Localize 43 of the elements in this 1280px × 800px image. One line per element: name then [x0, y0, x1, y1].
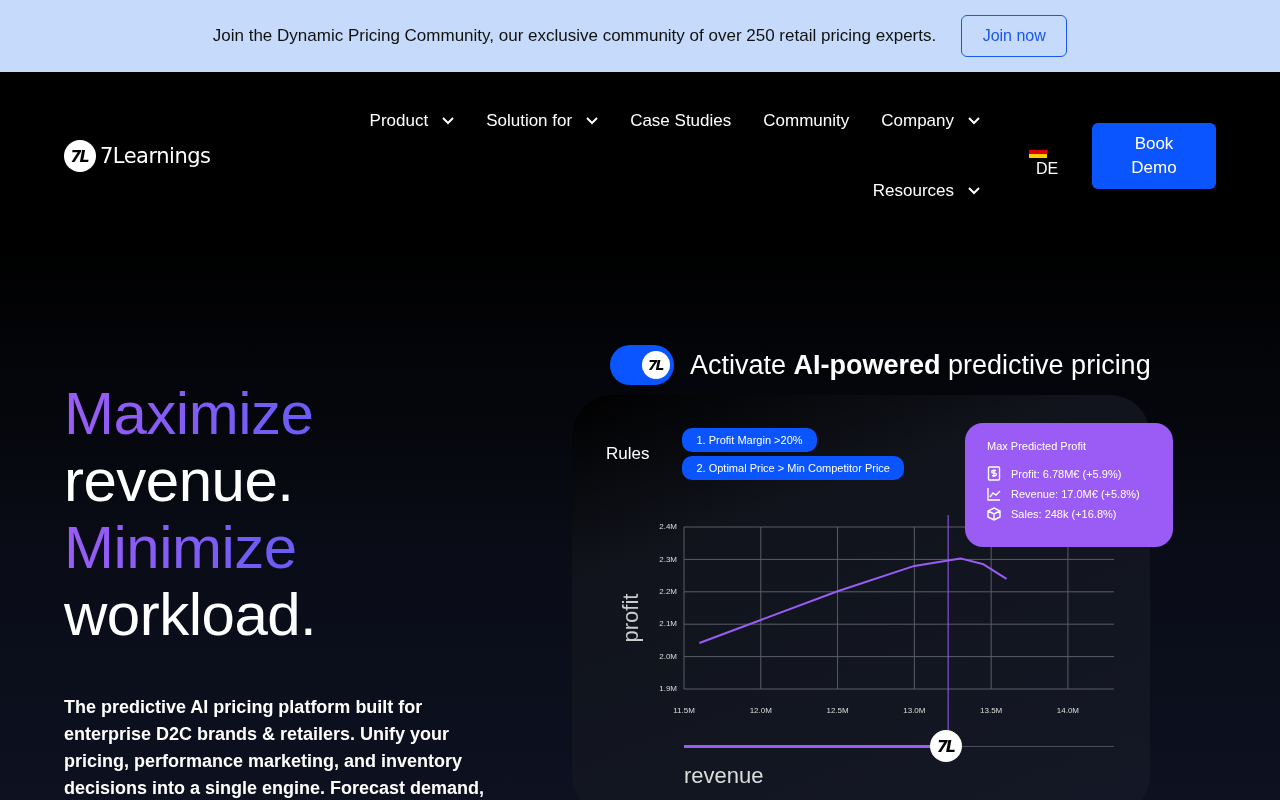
- language-code[interactable]: DE: [1018, 160, 1059, 178]
- rule-chip: 2. Optimal Price > Min Competitor Price: [682, 456, 904, 480]
- summary-title: Max Predicted Profit: [987, 440, 1088, 452]
- y-tick-label: 2.4M: [659, 522, 677, 532]
- x-tick-label: 12.5M: [826, 706, 849, 715]
- toggle-knob: 7L: [642, 351, 670, 379]
- nav-link[interactable]: Company: [881, 111, 980, 131]
- nav-link[interactable]: Case Studies: [630, 111, 732, 131]
- logo-mark: 7L: [64, 140, 96, 172]
- dollar-document-icon: [987, 466, 1001, 481]
- join-button[interactable]: Join now: [961, 15, 1068, 57]
- headline-line: workload.: [64, 581, 317, 648]
- x-axis-label: revenue: [684, 763, 764, 788]
- toggle-switch[interactable]: 7L: [610, 345, 674, 385]
- nav-link[interactable]: Community: [763, 111, 850, 131]
- slider-thumb[interactable]: 7L: [930, 730, 963, 762]
- y-tick-label: 1.9M: [659, 684, 677, 694]
- y-tick-label: 2.0M: [659, 651, 677, 661]
- rules-label: Rules: [606, 444, 650, 464]
- x-tick-label: 13.5M: [980, 706, 1003, 715]
- x-tick-label: 12.0M: [749, 706, 772, 715]
- visual-title: Activate AI-powered predictive pricing: [690, 349, 1151, 381]
- nav-link[interactable]: Solution for: [486, 111, 599, 131]
- summary-metric: Profit: 6.78M€ (+5.9%): [1011, 467, 1122, 480]
- x-tick-label: 14.0M: [1056, 706, 1080, 715]
- book-demo-button[interactable]: Book Demo: [1092, 123, 1216, 189]
- logo-text: 7Learnings: [100, 144, 211, 168]
- banner-text: Join the Dynamic Pricing Community, our exclusive community of over 250 retail pricing experts.: [212, 26, 937, 46]
- box-icon: [987, 507, 1001, 521]
- x-tick-label: 11.5M: [673, 706, 695, 715]
- y-tick-label: 2.2M: [659, 586, 677, 596]
- hero-description: The predictive AI pricing platform built for enterprise D2C brands & retailers. Unify your pricing, performance marketing, and inventory decisions into a single engine. Forecast demand,: [64, 696, 486, 800]
- y-tick-label: 2.3M: [659, 554, 677, 564]
- headline-line: revenue.: [64, 447, 294, 514]
- summary-metric: Revenue: 17.0M€ (+5.8%): [1011, 488, 1140, 500]
- y-tick-label: 2.1M: [659, 619, 677, 629]
- line-chart-icon: [987, 487, 1001, 501]
- nav-link[interactable]: Product: [369, 111, 455, 131]
- rule-chip: 1. Profit Margin >20%: [682, 428, 817, 452]
- x-tick-label: 13.0M: [903, 706, 926, 715]
- nav-link[interactable]: Resources: [872, 181, 980, 201]
- y-axis-label: profit: [618, 593, 643, 643]
- summary-metric: Sales: 248k (+16.8%): [1011, 508, 1117, 520]
